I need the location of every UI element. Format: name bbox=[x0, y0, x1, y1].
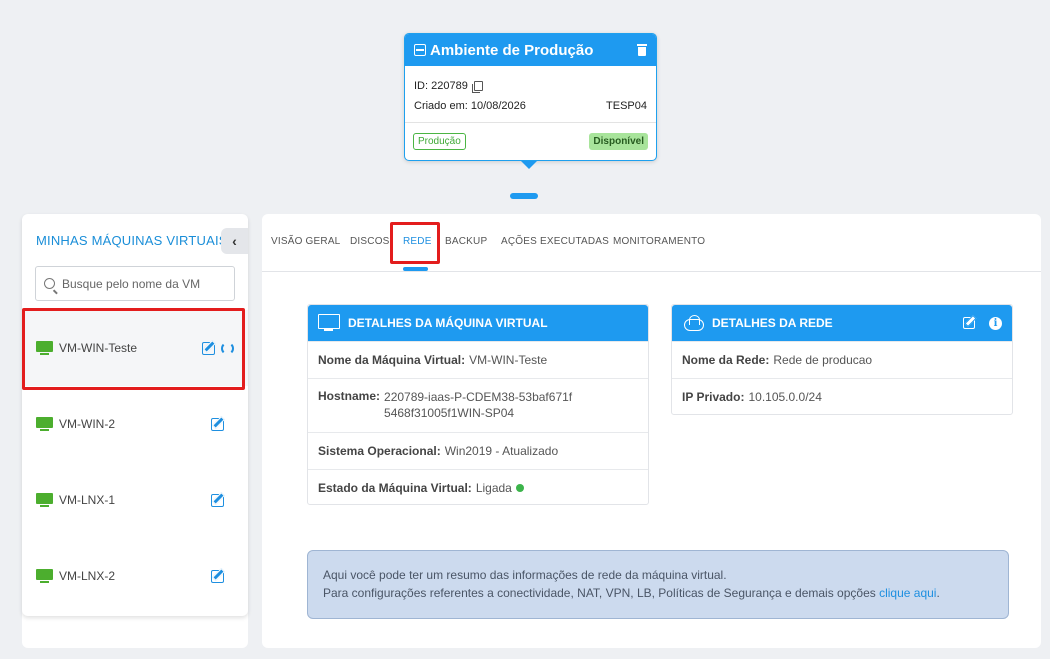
chevron-left-icon: ‹ bbox=[232, 233, 237, 249]
vm-details-header: DETALHES DA MÁQUINA VIRTUAL bbox=[308, 305, 648, 341]
copy-icon[interactable] bbox=[471, 81, 483, 93]
search-icon bbox=[44, 278, 55, 289]
collapse-sidebar-button[interactable]: ‹ bbox=[221, 228, 248, 254]
detail-label: Sistema Operacional: bbox=[318, 444, 441, 458]
card-pointer bbox=[521, 161, 537, 169]
detail-value: 220789-iaas-P-CDEM38-53baf671f5468f31005… bbox=[384, 390, 573, 420]
refresh-icon[interactable] bbox=[221, 341, 234, 355]
network-details-title: DETALHES DA REDE bbox=[712, 316, 833, 330]
vm-state-row: Estado da Máquina Virtual: Ligada bbox=[308, 469, 648, 505]
tab-acoes-executadas[interactable]: AÇÕES EXECUTADAS bbox=[501, 236, 609, 247]
monitor-icon bbox=[36, 568, 53, 584]
edit-icon[interactable] bbox=[211, 417, 224, 431]
vm-sidebar: MINHAS MÁQUINAS VIRTUAIS ‹ VM-WIN-Teste … bbox=[22, 214, 248, 648]
detail-label: Hostname: bbox=[318, 389, 381, 403]
environment-card[interactable]: Ambiente de Produção ID: 220789 Criado e… bbox=[404, 33, 657, 161]
environment-tag-badge: Produção bbox=[413, 133, 466, 150]
status-dot-icon bbox=[515, 483, 524, 492]
environment-created: Criado em: 10/08/2026 bbox=[414, 100, 526, 112]
edit-icon[interactable] bbox=[202, 341, 215, 355]
detail-value: Ligada bbox=[475, 480, 512, 495]
edit-icon[interactable] bbox=[211, 493, 224, 507]
hostname-row: Hostname: 220789-iaas-P-CDEM38-53baf671f… bbox=[308, 378, 648, 432]
vm-list-item[interactable]: VM-WIN-Teste bbox=[22, 310, 248, 386]
vm-list-item[interactable]: VM-WIN-2 bbox=[22, 386, 248, 462]
vm-search-input[interactable] bbox=[62, 276, 222, 291]
active-tab-indicator bbox=[403, 267, 428, 271]
detail-value: VM-WIN-Teste bbox=[469, 353, 548, 367]
network-name-row: Nome da Rede: Rede de producao bbox=[672, 341, 1012, 378]
vm-name: VM-LNX-1 bbox=[59, 493, 116, 507]
network-details-header: DETALHES DA REDE i bbox=[672, 305, 1012, 341]
vm-details-title: DETALHES DA MÁQUINA VIRTUAL bbox=[348, 316, 548, 330]
edit-icon[interactable] bbox=[963, 317, 975, 329]
detail-label: Estado da Máquina Virtual: bbox=[318, 480, 472, 495]
os-row: Sistema Operacional: Win2019 - Atualizad… bbox=[308, 432, 648, 469]
network-details-card: DETALHES DA REDE i Nome da Rede: Rede de… bbox=[671, 304, 1013, 415]
vm-list-item[interactable]: VM-LNX-2 bbox=[22, 538, 248, 614]
vm-details-card: DETALHES DA MÁQUINA VIRTUAL Nome da Máqu… bbox=[307, 304, 649, 505]
network-info-box: Aqui você pode ter um resumo das informa… bbox=[307, 550, 1009, 619]
private-ip-row: IP Privado: 10.105.0.0/24 bbox=[672, 378, 1012, 415]
vm-name-row: Nome da Máquina Virtual: VM-WIN-Teste bbox=[308, 341, 648, 378]
tab-bar: VISÃO GERAL DISCOS REDE BACKUP AÇÕES EXE… bbox=[262, 214, 1041, 272]
environment-id: ID: 220789 bbox=[414, 80, 468, 92]
detail-label: Nome da Máquina Virtual: bbox=[318, 353, 466, 367]
monitor-icon bbox=[36, 416, 53, 432]
monitor-icon bbox=[318, 314, 340, 332]
vm-name: VM-LNX-2 bbox=[59, 569, 116, 583]
cloud-icon bbox=[682, 315, 704, 331]
tab-discos[interactable]: DISCOS bbox=[350, 236, 390, 247]
trash-icon[interactable] bbox=[637, 44, 647, 56]
tab-visao-geral[interactable]: VISÃO GERAL bbox=[271, 236, 340, 247]
vm-name: VM-WIN-2 bbox=[59, 417, 115, 431]
monitor-icon bbox=[36, 492, 53, 508]
tab-backup[interactable]: BACKUP bbox=[445, 236, 487, 247]
environment-title: Ambiente de Produção bbox=[430, 41, 594, 59]
info-line-1: Aqui você pode ter um resumo das informa… bbox=[323, 568, 727, 582]
vm-list-item[interactable]: VM-LNX-1 bbox=[22, 462, 248, 538]
monitor-icon bbox=[36, 340, 53, 356]
environment-card-header: Ambiente de Produção bbox=[405, 34, 656, 66]
environment-status-badge: Disponível bbox=[589, 133, 648, 150]
active-tab-highlight bbox=[390, 222, 440, 264]
detail-value: Rede de producao bbox=[773, 353, 873, 367]
vm-name: VM-WIN-Teste bbox=[59, 341, 137, 355]
edit-icon[interactable] bbox=[211, 569, 224, 583]
click-here-link[interactable]: clique aqui bbox=[879, 586, 936, 600]
collapse-handle[interactable] bbox=[510, 193, 538, 199]
info-line-2: Para configurações referentes a conectiv… bbox=[323, 586, 940, 600]
detail-label: IP Privado: bbox=[682, 390, 745, 404]
sidebar-title: MINHAS MÁQUINAS VIRTUAIS bbox=[36, 233, 228, 248]
detail-label: Nome da Rede: bbox=[682, 353, 770, 367]
main-panel: VISÃO GERAL DISCOS REDE BACKUP AÇÕES EXE… bbox=[262, 214, 1041, 648]
vm-search-box[interactable] bbox=[35, 266, 235, 301]
server-icon bbox=[414, 44, 426, 56]
environment-code: TESP04 bbox=[606, 100, 647, 112]
detail-value: Win2019 - Atualizado bbox=[444, 444, 559, 458]
detail-value: 10.105.0.0/24 bbox=[748, 390, 822, 404]
tab-monitoramento[interactable]: MONITORAMENTO bbox=[613, 236, 705, 247]
info-icon[interactable]: i bbox=[989, 316, 1002, 330]
